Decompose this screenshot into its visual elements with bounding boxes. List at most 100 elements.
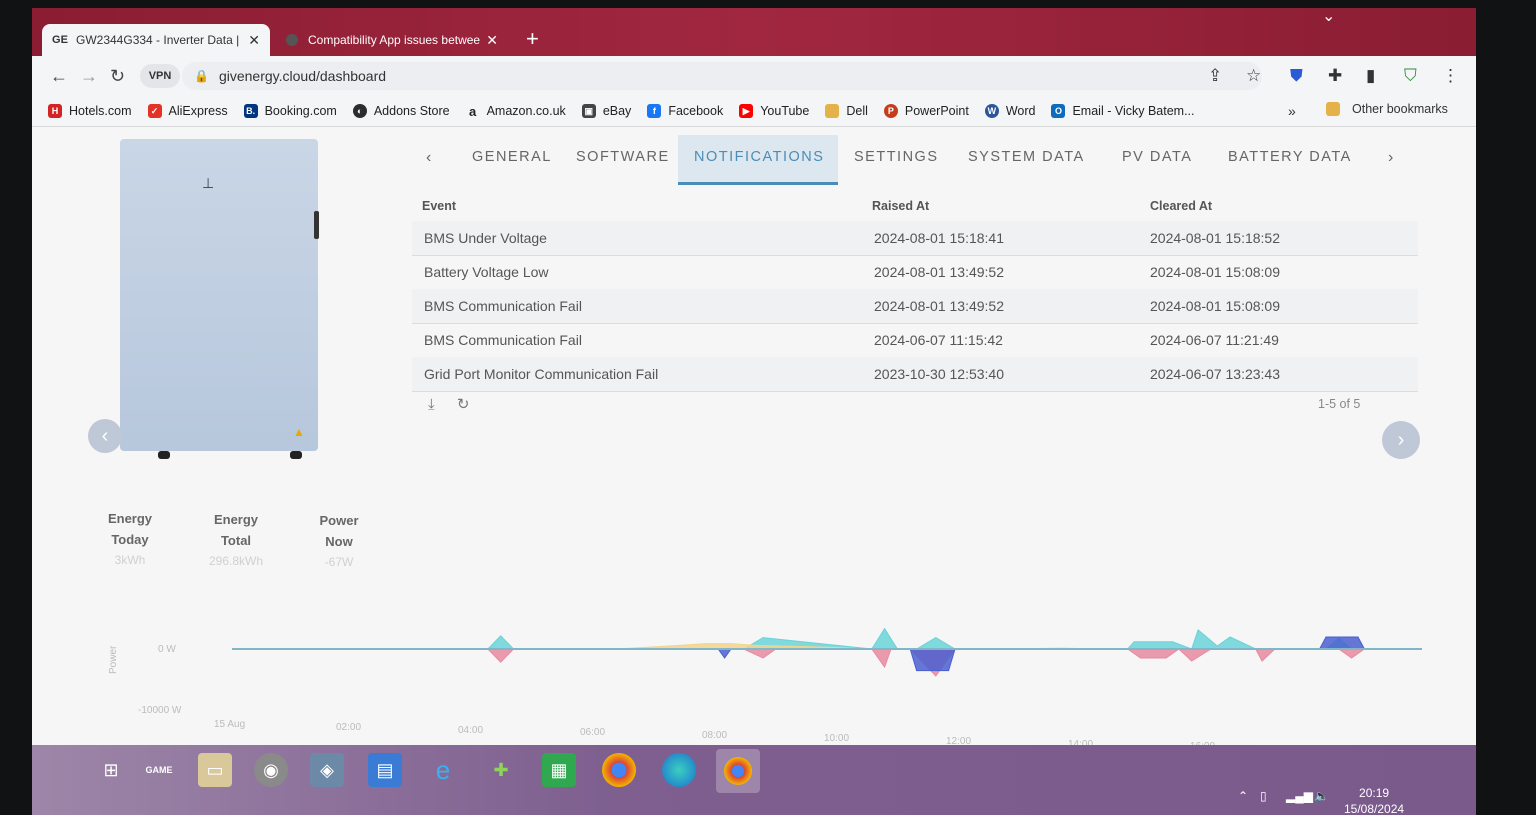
booking-icon: B. [243, 104, 258, 118]
table-row[interactable]: BMS Communication Fail 2024-08-01 13:49:… [412, 289, 1418, 324]
more-bookmarks-chevron[interactable]: » [1288, 103, 1296, 119]
folder-icon [825, 104, 840, 118]
other-bookmarks-folder[interactable]: Other bookmarks [1326, 102, 1448, 116]
prev-device-button[interactable]: ‹ [88, 419, 122, 453]
device-foot [290, 451, 302, 459]
app-icon[interactable]: ◉ [254, 753, 288, 787]
header-event: Event [422, 199, 457, 213]
internet-explorer-icon[interactable]: e [426, 753, 460, 787]
inverter-image: ⊥ ▲ [120, 139, 319, 451]
table-tools: ⤓ ↻ [428, 395, 469, 413]
windows-start-icon[interactable]: ⊞ [94, 753, 128, 787]
tab-title: GW2344G334 - Inverter Data | g [76, 33, 243, 47]
menu-dots-icon[interactable]: ⋮ [1442, 66, 1459, 86]
table-row[interactable]: Grid Port Monitor Communication Fail 202… [412, 357, 1418, 392]
bookmark-booking[interactable]: B. Booking.com [243, 104, 337, 118]
device-handle [314, 211, 319, 239]
new-tab-button[interactable]: + [526, 26, 539, 52]
bookmarks-bar: H Hotels.com ✓ AliExpress B. Booking.com ◐ A… [32, 96, 1476, 127]
aliexpress-icon: ✓ [147, 104, 162, 118]
refresh-icon[interactable]: ↻ [457, 396, 470, 413]
network-icon[interactable]: ▂▄▆ [1286, 789, 1313, 803]
tab-battery-data[interactable]: BATTERY DATA [1228, 149, 1352, 165]
y-axis-label: Power [108, 645, 119, 674]
tab-title: Compatibility App issues betwee [308, 33, 481, 47]
file-explorer-icon[interactable]: ▭ [198, 753, 232, 787]
device-tabs: ‹ GENERAL SOFTWARE NOTIFICATIONS SETTING… [422, 131, 1422, 185]
bookmark-addons-store[interactable]: ◐ Addons Store [352, 104, 450, 118]
word-icon: W [984, 104, 999, 118]
extensions-puzzle-icon[interactable]: ✚ [1328, 66, 1342, 86]
tab-notifications[interactable]: NOTIFICATIONS [694, 149, 824, 165]
bookmark-email[interactable]: O Email - Vicky Batem... [1051, 104, 1195, 118]
shield-extension-icon[interactable]: ⛊ [1290, 66, 1303, 86]
store-app-icon[interactable]: ▤ [368, 753, 402, 787]
windows-store-icon[interactable]: ▦ [542, 753, 576, 787]
game-icon[interactable]: GAME [142, 753, 176, 787]
forward-arrow-icon[interactable]: → [80, 66, 98, 87]
x-tick-label: 06:00 [580, 727, 605, 738]
tabs-prev-chevron-icon[interactable]: ‹ [426, 149, 433, 167]
table-row[interactable]: BMS Under Voltage 2024-08-01 15:18:41 20… [412, 221, 1418, 256]
table-header: Event Raised At Cleared At [412, 187, 1418, 222]
next-device-button[interactable]: › [1382, 421, 1420, 459]
stat-energy-today: Energy Today 3kWh [107, 511, 153, 567]
bookmark-word[interactable]: W Word [984, 104, 1035, 118]
header-raised-at: Raised At [872, 199, 930, 213]
tab-software[interactable]: SOFTWARE [576, 149, 670, 165]
bookmark-facebook[interactable]: f Facebook [647, 104, 723, 118]
tabs-next-chevron-icon[interactable]: › [1388, 149, 1395, 167]
chrome-icon[interactable] [602, 753, 636, 787]
hotels-icon: H [48, 104, 62, 118]
givenergy-favicon-icon: GE [52, 34, 68, 46]
share-icon[interactable]: ⇪ [1208, 66, 1222, 86]
reload-icon[interactable]: ↻ [110, 66, 125, 87]
url-bar[interactable]: 🔒 givenergy.cloud/dashboard [182, 62, 1262, 90]
bookmark-powerpoint[interactable]: P PowerPoint [883, 104, 969, 118]
bookmark-youtube[interactable]: ▶ YouTube [739, 104, 809, 118]
browser-tab[interactable]: Compatibility App issues betwee ✕ [274, 24, 508, 56]
tab-pv-data[interactable]: PV DATA [1122, 149, 1192, 165]
y-tick-label: -10000 W [138, 705, 182, 716]
chart-series-area-1 [232, 648, 1422, 677]
download-icon[interactable]: ⤓ [428, 396, 435, 413]
browser-titlebar: GE GW2344G334 - Inverter Data | g ✕ Comp… [32, 8, 1476, 56]
ebay-bag-icon: ▣ [581, 104, 596, 118]
y-tick-label: 0 W [158, 644, 176, 655]
security-check-icon[interactable]: ⛉ [1404, 66, 1417, 86]
table-row[interactable]: Battery Voltage Low 2024-08-01 13:49:52 … [412, 255, 1418, 290]
vpn-button[interactable]: VPN [140, 64, 180, 88]
chrome-active-icon[interactable] [716, 749, 760, 793]
close-tab-icon[interactable]: ✕ [248, 32, 260, 49]
bookmark-amazon[interactable]: a Amazon.co.uk [466, 104, 566, 119]
power-chart: Power 0 W -10000 W 15 Aug 02:00 04:00 06:00… [108, 627, 1422, 752]
lock-icon: 🔒 [194, 69, 209, 83]
close-tab-icon[interactable]: ✕ [486, 32, 498, 49]
browser-tab-active[interactable]: GE GW2344G334 - Inverter Data | g ✕ [42, 24, 270, 56]
url-text: givenergy.cloud/dashboard [218, 68, 387, 84]
battery-icon[interactable]: ▯ [1260, 789, 1267, 803]
tab-general[interactable]: GENERAL [472, 149, 552, 165]
app-icon[interactable]: ◈ [310, 753, 344, 787]
tray-chevron-icon[interactable]: ⌃ [1238, 789, 1248, 803]
edge-icon[interactable] [662, 753, 696, 787]
system-clock[interactable]: 20:19 15/08/2024 [1344, 785, 1404, 815]
device-foot [158, 451, 170, 459]
bookmark-star-icon[interactable]: ☆ [1246, 66, 1261, 86]
game-icon[interactable]: ✚ [484, 753, 518, 787]
table-row[interactable]: BMS Communication Fail 2024-06-07 11:15:… [412, 323, 1418, 358]
tab-settings[interactable]: SETTINGS [854, 149, 939, 165]
bookmark-dell[interactable]: Dell [825, 104, 868, 118]
volume-icon[interactable]: 🔈 [1314, 789, 1329, 803]
bookmark-hotels[interactable]: H Hotels.com [48, 104, 132, 118]
back-arrow-icon[interactable]: ← [50, 66, 68, 87]
tab-system-data[interactable]: SYSTEM DATA [968, 149, 1085, 165]
tab-search-chevron-icon[interactable]: ⌄ [1322, 8, 1335, 26]
screen: GE GW2344G334 - Inverter Data | g ✕ Comp… [32, 8, 1476, 815]
bookmark-aliexpress[interactable]: ✓ AliExpress [147, 104, 228, 118]
stat-power-now: Power Now -67W [319, 513, 359, 569]
x-tick-label: 10:00 [824, 733, 849, 744]
bookmark-ebay[interactable]: ▣ eBay [581, 104, 631, 118]
side-panel-icon[interactable]: ▮ [1366, 66, 1375, 86]
dashboard-page: ⊥ ▲ ‹ › Energy Today 3kWh Energy Total 2… [32, 127, 1476, 752]
